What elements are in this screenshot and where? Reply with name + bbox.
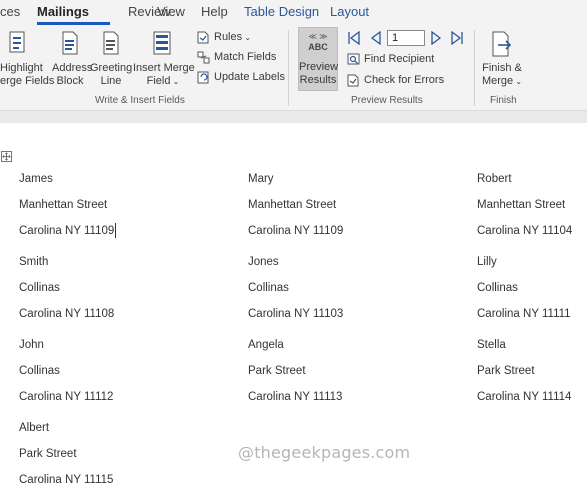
highlight-label-1: Highlight — [0, 62, 43, 74]
label-city-zip: Carolina NY 11109 — [248, 225, 344, 237]
group-divider — [288, 30, 289, 106]
check-errors-button[interactable]: Check for Errors — [347, 71, 444, 89]
check-errors-icon — [347, 74, 359, 87]
check-errors-label: Check for Errors — [364, 74, 445, 86]
label-city-zip: Carolina NY 11104 — [477, 225, 573, 237]
chevron-down-icon: ⌄ — [242, 33, 252, 42]
tab-help[interactable]: Help — [201, 4, 228, 19]
update-labels-label: Update Labels — [214, 71, 285, 83]
label-city-zip: Carolina NY 11113 — [248, 391, 343, 403]
preview-label-1: Preview — [299, 61, 339, 73]
label-city-zip: Carolina NY 11115 — [19, 474, 114, 486]
highlight-label-2: erge Fields — [0, 75, 55, 87]
finish-merge-icon — [492, 31, 512, 57]
label-name: Smith — [19, 256, 49, 268]
group-label-finish: Finish — [490, 95, 517, 106]
abc-icon: ABC — [308, 42, 328, 52]
greeting-line-button[interactable]: Greeting Line — [90, 26, 132, 92]
label-city-zip: Carolina NY 11114 — [477, 391, 572, 403]
finish-label-1: Finish & — [482, 62, 522, 74]
watermark: @thegeekpages.com — [238, 443, 411, 462]
label-city-zip: Carolina NY 11112 — [19, 391, 114, 403]
match-fields-icon — [197, 51, 210, 64]
label-street: Park Street — [248, 365, 306, 377]
group-label-write-insert: Write & Insert Fields — [95, 95, 185, 106]
first-record-icon[interactable] — [347, 31, 361, 45]
label-street: Park Street — [477, 365, 535, 377]
label-street: Collinas — [248, 282, 289, 294]
table-move-handle-icon[interactable] — [1, 151, 12, 162]
label-city-zip: Carolina NY 11111 — [477, 308, 571, 320]
insert-label-1: Insert Merge — [133, 62, 195, 74]
address-block-icon — [62, 31, 78, 55]
record-number-input[interactable]: 1 — [387, 30, 425, 46]
rules-label: Rules — [214, 31, 243, 43]
label-street: Collinas — [477, 282, 518, 294]
label-street: Collinas — [19, 282, 60, 294]
label-name: Albert — [19, 422, 50, 434]
label-city-zip: Carolina NY 11103 — [248, 308, 344, 320]
preview-label-2: Results — [299, 74, 337, 86]
group-divider — [474, 30, 475, 106]
ribbon: Highlight erge Fields Address Block Gree… — [0, 26, 587, 110]
document-canvas-gap — [0, 111, 587, 123]
label-name: Mary — [248, 173, 274, 185]
address-block-button[interactable]: Address Block — [52, 26, 93, 92]
insert-merge-field-icon — [153, 31, 171, 55]
chevron-down-icon: ⌄ — [170, 77, 180, 86]
tab-table-design[interactable]: Table Design — [244, 4, 319, 19]
preview-results-button[interactable]: ≪ ≫ ABC Preview Results — [298, 27, 338, 91]
insert-merge-field-button[interactable]: Insert Merge Field ⌄ — [133, 26, 195, 92]
text-cursor — [115, 223, 116, 238]
tab-layout[interactable]: Layout — [330, 4, 369, 19]
rules-icon — [197, 31, 209, 44]
label-name: Stella — [477, 339, 506, 351]
group-label-preview: Preview Results — [351, 95, 423, 106]
match-fields-button[interactable]: Match Fields — [197, 48, 276, 66]
label-name: Lilly — [477, 256, 497, 268]
finish-label-2: Merge — [481, 75, 514, 87]
next-record-icon[interactable] — [429, 31, 443, 45]
chevron-down-icon: ⌄ — [513, 77, 523, 86]
insert-label-2: Field — [146, 75, 171, 87]
document-page[interactable]: James Manhettan Street Carolina NY 11109 Ma… — [0, 123, 587, 497]
label-street: Park Street — [19, 448, 77, 460]
finish-merge-button[interactable]: Finish & Merge ⌄ — [478, 26, 526, 92]
active-tab-indicator — [37, 22, 110, 25]
find-recipient-label: Find Recipient — [364, 53, 435, 65]
tab-view[interactable]: View — [157, 4, 185, 19]
label-street: Collinas — [19, 365, 60, 377]
rules-button[interactable]: Rules ⌄ — [197, 28, 251, 46]
tab-mailings[interactable]: Mailings — [37, 4, 89, 19]
label-name: James — [19, 173, 53, 185]
label-name: Jones — [248, 256, 279, 268]
highlight-merge-fields-button[interactable]: Highlight erge Fields — [0, 26, 55, 92]
angle-brackets-icon: ≪ ≫ — [308, 32, 328, 41]
label-name: John — [19, 339, 44, 351]
label-city-zip: Carolina NY 11108 — [19, 308, 115, 320]
label-street: Manhettan Street — [248, 199, 337, 211]
update-labels-button[interactable]: Update Labels — [197, 68, 285, 86]
find-recipient-button[interactable]: Find Recipient — [347, 50, 434, 68]
match-fields-label: Match Fields — [214, 51, 277, 63]
address-label-2: Block — [56, 75, 84, 87]
ribbon-tabs: ces Mailings Review View Help Table Desi… — [0, 0, 587, 26]
address-label-1: Address — [52, 62, 93, 74]
last-record-icon[interactable] — [450, 31, 464, 45]
previous-record-icon[interactable] — [369, 31, 383, 45]
label-city-zip: Carolina NY 11109 — [19, 225, 115, 237]
label-street: Manhettan Street — [19, 199, 108, 211]
greeting-label-1: Greeting — [90, 62, 133, 74]
highlight-fields-icon — [9, 31, 25, 53]
greeting-line-icon — [103, 31, 119, 55]
find-recipient-icon — [347, 53, 360, 65]
label-name: Angela — [248, 339, 284, 351]
label-street: Manhettan Street — [477, 199, 566, 211]
update-labels-icon — [197, 71, 209, 84]
label-name: Robert — [477, 173, 512, 185]
greeting-label-2: Line — [100, 75, 122, 87]
tab-references[interactable]: ces — [0, 4, 20, 19]
